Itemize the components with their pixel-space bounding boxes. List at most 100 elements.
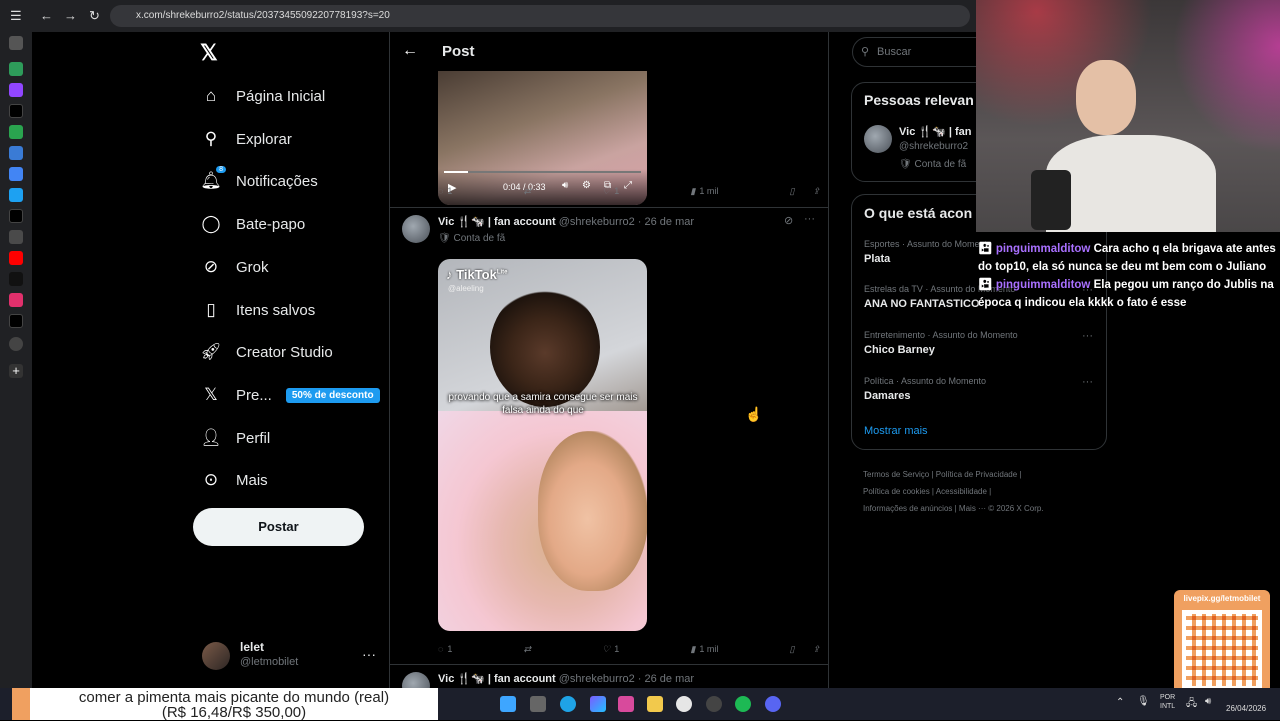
date-display[interactable]: 26/04/2026	[1226, 704, 1266, 713]
back-arrow-icon[interactable]: ←	[402, 42, 418, 60]
livepix-url: livepix.gg/letmobilet	[1183, 594, 1261, 603]
more-icon[interactable]: ···	[804, 213, 815, 225]
tweet-date[interactable]: · 26 de mar	[638, 673, 694, 685]
drive-icon[interactable]	[9, 62, 23, 76]
folder-icon[interactable]	[647, 696, 663, 712]
trend-item[interactable]: Damares	[864, 390, 910, 402]
footer-link[interactable]: Informações de anúncios	[863, 504, 952, 513]
video-progress[interactable]	[444, 171, 641, 173]
tiktok-icon[interactable]	[9, 272, 23, 286]
nav-grok[interactable]: ⊘ Grok	[200, 252, 269, 282]
avatar[interactable]	[402, 215, 430, 243]
badge-icon: 🎦︎	[978, 243, 993, 255]
microphone-icon[interactable]: 🎙︎	[1137, 696, 1150, 707]
repost-button[interactable]: ⇄	[524, 183, 532, 199]
chevron-up-icon[interactable]: ⌃	[1116, 697, 1124, 708]
forward-icon[interactable]: →	[64, 8, 77, 23]
trend-item[interactable]: Plata	[864, 253, 890, 265]
gemini-icon[interactable]	[9, 146, 23, 160]
app-icon[interactable]	[9, 188, 23, 202]
nav-bookmarks[interactable]: ▯ Itens salvos	[200, 295, 315, 325]
like-button[interactable]: ♡ 1	[602, 183, 619, 199]
address-bar[interactable]: x.com/shrekeburro2/status/20373455092207…	[110, 5, 970, 27]
menu-icon[interactable]: ☰	[10, 8, 22, 24]
grok-icon[interactable]: ⊘	[784, 214, 793, 227]
youtube-icon[interactable]	[9, 251, 23, 265]
reply-button[interactable]: ◌ 1	[438, 641, 452, 657]
footer-link[interactable]: Política de cookies	[863, 487, 930, 496]
twitch-icon[interactable]	[9, 83, 23, 97]
footer-link[interactable]: Acessibilidade	[936, 487, 987, 496]
author-name[interactable]: Vic 🍴🐄 | fan account	[438, 216, 556, 228]
reload-icon[interactable]: ↻	[89, 8, 100, 24]
more-icon[interactable]: ···	[362, 646, 376, 662]
task-view-icon[interactable]	[530, 696, 546, 712]
person-handle[interactable]: @shrekeburro2	[899, 141, 968, 152]
reply-button[interactable]: ◌ 1	[438, 183, 452, 199]
footer-link[interactable]: Política de Privacidade	[936, 470, 1017, 479]
person-icon: 👤︎	[200, 428, 222, 447]
app-icon[interactable]	[9, 125, 23, 139]
label-text: Conta de fã	[453, 233, 506, 244]
x-logo[interactable]: 𝕏	[200, 40, 218, 66]
account-switcher[interactable]: lelet @letmobilet ···	[202, 638, 377, 678]
more-icon[interactable]: ···	[1082, 376, 1093, 388]
back-icon[interactable]: ←	[40, 8, 53, 23]
repost-button[interactable]: ⇄	[524, 641, 532, 657]
author-name[interactable]: Vic 🍴🐄 | fan account	[438, 673, 556, 685]
spotify-icon[interactable]	[735, 696, 751, 712]
bookmark-button[interactable]: ▯ ⇪	[789, 641, 820, 657]
nav-creator-studio[interactable]: 🚀︎ Creator Studio	[200, 337, 333, 367]
language-indicator[interactable]: POR INTL	[1160, 693, 1175, 711]
post-button[interactable]: Postar	[193, 508, 364, 546]
nav-more[interactable]: ⊙ Mais	[200, 465, 268, 495]
nav-premium[interactable]: 𝕏 Pre... 50% de desconto	[200, 380, 380, 410]
show-more-link[interactable]: Mostrar mais	[864, 425, 928, 437]
chrome-icon[interactable]	[676, 696, 692, 712]
nav-explore[interactable]: ⚲ Explorar	[200, 124, 292, 154]
store-icon[interactable]	[618, 696, 634, 712]
nav-chat[interactable]: ◯ Bate-papo	[200, 209, 305, 239]
author-handle[interactable]: @shrekeburro2	[559, 673, 635, 685]
volume-icon[interactable]: 🔊︎	[1205, 696, 1211, 707]
views-button[interactable]: ▮ 1 mil	[690, 183, 718, 199]
more-icon[interactable]: ···	[1082, 330, 1093, 342]
footer-link[interactable]: Termos de Serviço	[863, 470, 929, 479]
tweet-date[interactable]: · 26 de mar	[638, 216, 694, 228]
x-icon[interactable]	[9, 104, 23, 118]
chrome-icon[interactable]	[9, 230, 23, 244]
share-icon[interactable]: ⇪	[812, 644, 820, 655]
trend-category: Entretenimento · Assunto do Momento	[864, 330, 1018, 340]
audio-icon[interactable]	[9, 337, 23, 351]
x-icon[interactable]	[9, 314, 23, 328]
edge-icon[interactable]	[560, 696, 576, 712]
x-icon[interactable]	[9, 209, 23, 223]
discord-icon[interactable]	[765, 696, 781, 712]
like-button[interactable]: ♡ 1	[602, 641, 619, 657]
streamer-shirt	[1046, 135, 1216, 232]
windows-start-icon[interactable]	[500, 696, 516, 712]
share-icon[interactable]: ⇪	[812, 186, 820, 197]
person-name[interactable]: Vic 🍴🐄 | fan	[899, 125, 971, 138]
avatar[interactable]	[864, 125, 892, 153]
chat-user: pinguimmalditow	[995, 243, 1091, 255]
instagram-icon[interactable]	[9, 293, 23, 307]
copilot-icon[interactable]	[590, 696, 606, 712]
author-handle[interactable]: @shrekeburro2	[559, 216, 635, 228]
docs-icon[interactable]	[9, 167, 23, 181]
views-button[interactable]: ▮ 1 mil	[690, 641, 718, 657]
network-icon[interactable]: 🖧︎	[1186, 696, 1197, 713]
trend-item[interactable]: Chico Barney	[864, 344, 935, 356]
post-column: ← Post ▶ 0:04 / 0:33 🔊︎ ⚙ ⧉ ⤢ ◌ 1 ⇄ ♡ 1 ▮ 1…	[389, 32, 829, 700]
bookmark-button[interactable]: ▯ ⇪	[789, 183, 820, 199]
trend-item[interactable]: ANA NO FANTASTICO	[864, 298, 980, 310]
card-title: Pessoas relevan	[864, 92, 974, 108]
footer-link[interactable]: Mais ···	[959, 504, 986, 513]
obs-icon[interactable]	[706, 696, 722, 712]
nav-notifications[interactable]: 🔔︎ 8 Notificações	[200, 166, 318, 196]
nav-home[interactable]: ⌂ Página Inicial	[200, 81, 325, 111]
nav-profile[interactable]: 👤︎ Perfil	[200, 423, 270, 453]
apps-icon[interactable]	[9, 36, 23, 50]
add-icon[interactable]: +	[9, 364, 23, 378]
tiktok-video[interactable]: ♪ TikTokLite @aleeling provando que a sa…	[438, 259, 647, 631]
